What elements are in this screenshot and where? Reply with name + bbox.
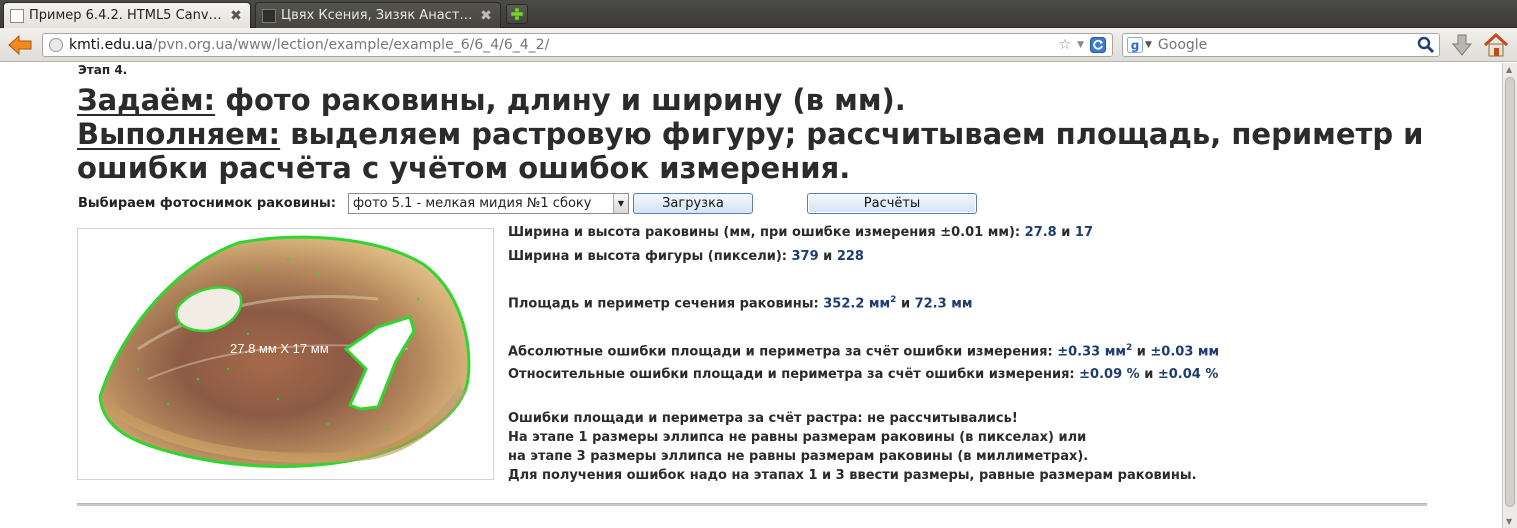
tab-example-642[interactable]: Пример 6.4.2. HTML5 Canv… ✖ — [3, 2, 251, 28]
rel-error-line: Относительные ошибки площади и периметра… — [508, 367, 1218, 382]
figure-width-value: 379 — [791, 249, 819, 264]
back-button[interactable] — [6, 33, 34, 57]
tab-label: Цвях Ксения, Зизяк Анаст… — [281, 8, 473, 23]
tab-bar: Пример 6.4.2. HTML5 Canv… ✖ Цвях Ксения,… — [0, 0, 1517, 28]
page-content: Этап 4. Задаём: фото раковины, длину и ш… — [0, 63, 1502, 528]
and-word: и — [818, 249, 837, 264]
site-identity-icon[interactable] — [49, 38, 63, 52]
stage-label: Этап 4. — [78, 63, 128, 77]
page-favicon-icon — [10, 8, 24, 23]
photo-select-value: фото 5.1 - мелкая мидия №1 сбоку — [353, 196, 592, 211]
abs-error-label: Абсолютные ошибки площади и периметра за… — [508, 344, 1058, 360]
url-path: /pvn.org.ua/www/lection/example/example_… — [152, 37, 550, 53]
page-favicon-icon — [262, 8, 276, 23]
shell-overlay-text: 27.8 мм X 17 мм — [230, 341, 329, 356]
photo-select[interactable]: фото 5.1 - мелкая мидия №1 сбоку ▼ — [348, 193, 629, 214]
rel-perimeter-error-value: ±0.04 % — [1157, 367, 1219, 382]
calculate-button[interactable]: Расчёты — [807, 193, 977, 214]
shell-width-value: 27.8 — [1024, 225, 1057, 240]
engine-dropdown-icon[interactable]: ▼ — [1145, 40, 1152, 50]
horizontal-divider — [77, 503, 1427, 506]
abs-error-line: Абсолютные ошибки площади и периметра за… — [508, 343, 1219, 359]
shell-photo-canvas[interactable]: 27.8 мм X 17 мм — [77, 228, 494, 480]
and-word: и — [1139, 367, 1158, 382]
reload-icon[interactable] — [1090, 37, 1106, 53]
raster-note-1: Ошибки площади и периметра за счёт растр… — [508, 411, 1018, 426]
shell-photo: 27.8 мм X 17 мм — [98, 235, 471, 468]
task-text: фото раковины, длину и ширину (в мм). — [215, 83, 906, 117]
figure-size-line: Ширина и высота фигуры (пиксели): 379 и … — [508, 249, 864, 264]
tab-label: Пример 6.4.2. HTML5 Canv… — [29, 8, 222, 23]
search-bar[interactable]: g ▼ — [1122, 33, 1440, 57]
and-word: и — [1132, 344, 1151, 360]
url-bar[interactable]: kmti.edu.ua/pvn.org.ua/www/lection/examp… — [42, 33, 1113, 57]
heading-do: Выполняем: выделяем растровую фигуру; ра… — [77, 117, 1424, 151]
raster-note-3: на этапе 3 размеры эллипса не равны разм… — [508, 449, 1089, 464]
shell-height-value: 17 — [1074, 225, 1093, 240]
navigation-toolbar: kmti.edu.ua/pvn.org.ua/www/lection/examp… — [0, 28, 1517, 62]
scroll-up-icon[interactable]: ▲ — [1506, 65, 1512, 74]
raster-note-2: На этапе 1 размеры эллипса не равны разм… — [508, 430, 1087, 445]
bookmark-star-icon[interactable]: ☆ — [1059, 37, 1072, 53]
download-arrow-icon — [1451, 34, 1473, 56]
abs-perimeter-error-value: ±0.03 мм — [1150, 344, 1220, 360]
perimeter-value: 72.3 мм — [914, 296, 973, 312]
url-host: kmti.edu.ua — [69, 37, 153, 53]
select-arrow-icon[interactable]: ▼ — [613, 194, 628, 213]
home-icon — [1483, 32, 1509, 57]
area-perimeter-line: Площадь и периметр сечения раковины: 352… — [508, 295, 972, 311]
task-keyword: Задаём: — [77, 83, 216, 117]
abs-area-error-value: ±0.33 мм — [1057, 344, 1126, 360]
and-word: и — [896, 296, 915, 312]
load-button[interactable]: Загрузка — [633, 193, 753, 214]
area-perimeter-label: Площадь и периметр сечения раковины: — [508, 296, 824, 312]
do-keyword: Выполняем: — [77, 117, 281, 151]
google-icon[interactable]: g — [1127, 37, 1143, 53]
tab-tsvyakh[interactable]: Цвях Ксения, Зизяк Анаст… ✖ — [255, 2, 501, 28]
do-text: выделяем растровую фигуру; рассчитываем … — [280, 117, 1424, 151]
and-word: и — [1056, 225, 1075, 240]
tab-close-icon[interactable]: ✖ — [228, 8, 244, 24]
heading-do-continued: ошибки расчёта с учётом ошибок измерения… — [77, 151, 851, 185]
rel-area-error-value: ±0.09 % — [1079, 367, 1140, 382]
downloads-button[interactable] — [1449, 33, 1475, 57]
shell-size-line: Ширина и высота раковины (мм, при ошибке… — [508, 225, 1093, 240]
search-input[interactable] — [1155, 36, 1417, 54]
new-tab-button[interactable] — [506, 4, 528, 24]
history-dropdown-icon[interactable]: ▼ — [1077, 40, 1084, 50]
figure-height-value: 228 — [836, 249, 864, 264]
choose-photo-label: Выбираем фотоснимок раковины: — [78, 195, 337, 211]
back-arrow-icon — [8, 34, 32, 56]
area-value: 352.2 мм — [823, 296, 891, 312]
heading-task: Задаём: фото раковины, длину и ширину (в… — [77, 83, 906, 117]
home-button[interactable] — [1482, 32, 1510, 58]
raster-note-4: Для получения ошибок надо на этапах 1 и … — [508, 468, 1197, 483]
scroll-down-icon[interactable]: ▼ — [1506, 517, 1512, 526]
rel-error-label: Относительные ошибки площади и периметра… — [508, 367, 1080, 382]
scrollbar-thumb[interactable] — [1505, 77, 1515, 507]
search-icon[interactable] — [1417, 36, 1435, 54]
svg-text:g: g — [1131, 39, 1140, 53]
shell-size-label: Ширина и высота раковины (мм, при ошибке… — [508, 225, 1025, 240]
plus-icon — [510, 7, 524, 21]
tab-close-icon[interactable]: ✖ — [478, 8, 494, 24]
vertical-scrollbar[interactable]: ▲ ▼ — [1502, 63, 1517, 528]
figure-size-label: Ширина и высота фигуры (пиксели): — [508, 249, 792, 264]
